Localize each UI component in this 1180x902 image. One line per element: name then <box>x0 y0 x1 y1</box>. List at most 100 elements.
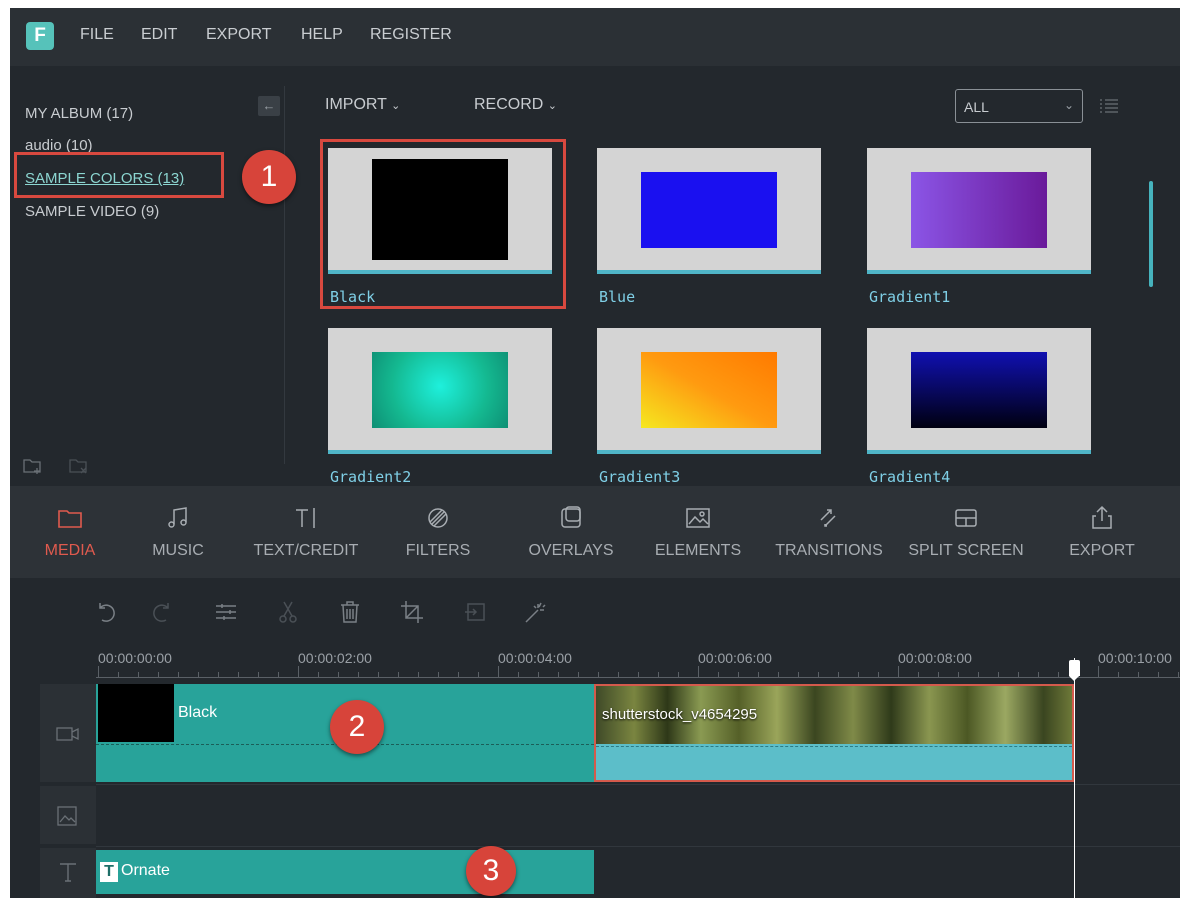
media-thumb-gradient1[interactable]: Gradient1 <box>867 148 1091 308</box>
ruler-tick <box>878 672 879 678</box>
thumb-image <box>867 328 1091 454</box>
text-track-header <box>40 848 96 898</box>
playhead[interactable] <box>1074 658 1075 898</box>
menu-file[interactable]: FILE <box>80 26 114 44</box>
tool-text-credit[interactable]: TEXT/CREDIT <box>246 486 366 578</box>
cut-icon[interactable] <box>274 598 302 626</box>
delete-folder-icon[interactable] <box>68 456 90 476</box>
timeline-ruler[interactable]: 00:00:00:00 00:00:02:00 00:00:04:00 00:0… <box>10 648 1180 684</box>
ruler-tick <box>1058 672 1059 678</box>
video-clip-shutterstock[interactable]: shutterstock_v4654295 <box>594 684 1074 782</box>
ruler-tick <box>238 672 239 678</box>
text-track-icon <box>60 863 76 882</box>
ruler-tick <box>478 672 479 678</box>
thumb-image <box>867 148 1091 274</box>
media-thumb-gradient2[interactable]: Gradient2 <box>328 328 552 488</box>
ruler-tick <box>618 672 619 678</box>
thumb-label: Gradient4 <box>869 468 951 486</box>
menu-help[interactable]: HELP <box>301 26 343 44</box>
list-view-icon[interactable] <box>1098 96 1120 116</box>
app-window: F FILE EDIT EXPORT HELP REGISTER MY ALBU… <box>10 8 1180 898</box>
highlight-box-black-thumb <box>320 139 566 309</box>
ruler-tick <box>678 672 679 678</box>
tool-overlays[interactable]: OVERLAYS <box>516 486 626 578</box>
ruler-tick <box>978 672 979 678</box>
audio-line <box>596 746 1072 747</box>
ruler-tick <box>838 672 839 678</box>
adjust-icon[interactable] <box>212 598 240 626</box>
title-clip-ornate[interactable]: T Ornate <box>96 850 594 894</box>
time-label: 00:00:00:00 <box>98 650 172 666</box>
share-icon <box>1092 505 1112 529</box>
media-thumb-blue[interactable]: Blue <box>597 148 821 308</box>
ruler-tick <box>358 672 359 678</box>
delete-icon[interactable] <box>336 598 364 626</box>
ruler-tick <box>378 672 379 678</box>
undo-icon[interactable] <box>92 598 120 626</box>
tool-transitions[interactable]: TRANSITIONS <box>766 486 892 578</box>
album-item-my-album[interactable]: MY ALBUM (17) <box>25 105 133 122</box>
tool-export[interactable]: EXPORT <box>1062 486 1142 578</box>
magic-wand-icon[interactable] <box>522 598 550 626</box>
ruler-tick <box>278 672 279 678</box>
ruler-tick <box>718 672 719 678</box>
filters-icon <box>428 508 448 528</box>
tool-split-screen[interactable]: SPLIT SCREEN <box>904 486 1028 578</box>
media-thumb-gradient4[interactable]: Gradient4 <box>867 328 1091 488</box>
ruler-tick <box>198 672 199 678</box>
track-separator <box>96 846 1180 847</box>
tool-elements[interactable]: ELEMENTS <box>648 486 748 578</box>
track-separator <box>96 784 1180 785</box>
arrow-left-icon[interactable]: ← <box>258 96 280 116</box>
album-panel: MY ALBUM (17) audio (10) SAMPLE COLORS (… <box>10 66 284 486</box>
clip-name: shutterstock_v4654295 <box>602 706 758 723</box>
ruler-tick <box>1038 672 1039 678</box>
redo-icon[interactable] <box>148 598 176 626</box>
import-button[interactable]: IMPORT ⌄ <box>325 96 400 114</box>
menu-register[interactable]: REGISTER <box>370 26 452 44</box>
ruler-tick <box>1098 666 1099 678</box>
app-logo: F <box>26 22 54 50</box>
ruler-tick <box>418 672 419 678</box>
ruler-tick <box>798 672 799 678</box>
tool-music[interactable]: MUSIC <box>138 486 218 578</box>
ruler-tick <box>638 672 639 678</box>
ruler-tick <box>858 672 859 678</box>
ruler-tick <box>1118 672 1119 678</box>
tool-media[interactable]: MEDIA <box>30 486 110 578</box>
time-label: 00:00:06:00 <box>698 650 772 666</box>
ruler-tick <box>118 672 119 678</box>
ruler-tick <box>1018 672 1019 678</box>
record-button[interactable]: RECORD ⌄ <box>474 96 557 114</box>
playhead-handle[interactable] <box>1069 660 1080 681</box>
menu-export[interactable]: EXPORT <box>206 26 272 44</box>
chevron-down-icon: ⌄ <box>1063 98 1074 112</box>
ruler-tick <box>298 666 299 678</box>
media-thumb-gradient3[interactable]: Gradient3 <box>597 328 821 488</box>
time-label: 00:00:04:00 <box>498 650 572 666</box>
add-folder-icon[interactable] <box>22 456 44 476</box>
ruler-tick <box>158 672 159 678</box>
ruler-tick <box>738 672 739 678</box>
clip-preview <box>98 684 174 742</box>
filter-select[interactable]: ALL ⌄ <box>955 89 1083 123</box>
album-item-sample-video[interactable]: SAMPLE VIDEO (9) <box>25 203 159 220</box>
detach-icon[interactable] <box>462 598 490 626</box>
video-track-icon <box>56 727 79 741</box>
image-track-icon <box>57 806 77 826</box>
thumb-label: Gradient2 <box>330 468 412 486</box>
library-scrollbar[interactable] <box>1149 181 1153 287</box>
crop-icon[interactable] <box>398 598 426 626</box>
menu-edit[interactable]: EDIT <box>141 26 177 44</box>
callout-badge-3: 3 <box>466 846 516 896</box>
time-label: 00:00:02:00 <box>298 650 372 666</box>
text-cursor-icon <box>296 508 315 528</box>
image-icon <box>686 508 710 528</box>
media-library: MY ALBUM (17) audio (10) SAMPLE COLORS (… <box>10 66 1180 486</box>
ruler-tick <box>98 666 99 678</box>
ruler-tick <box>598 672 599 678</box>
ruler-tick <box>958 672 959 678</box>
ruler-tick <box>1178 672 1179 678</box>
ruler-tick <box>758 672 759 678</box>
tool-filters[interactable]: FILTERS <box>396 486 480 578</box>
